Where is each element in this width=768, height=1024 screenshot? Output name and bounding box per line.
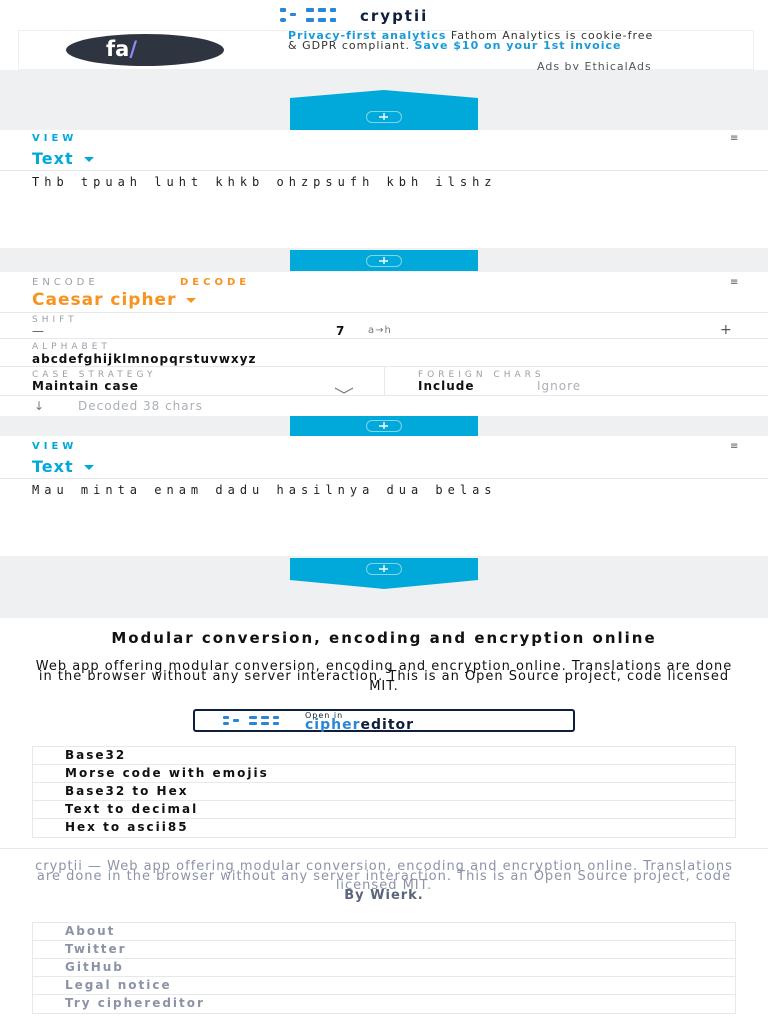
editor-word: editor xyxy=(360,717,415,733)
chevron-down-icon xyxy=(186,297,197,303)
list-item[interactable]: Base32 to Hex xyxy=(33,783,735,801)
divider xyxy=(0,312,768,313)
case-strategy-select[interactable]: Maintain case xyxy=(32,379,139,393)
cipher-word: cipher xyxy=(305,717,361,733)
fathom-logo-text: fa xyxy=(106,37,130,61)
encoder-status: Decoded 38 chars xyxy=(78,399,203,413)
brick-menu-icon[interactable]: ≡ xyxy=(730,441,738,452)
cryptii-logo-icon xyxy=(223,716,279,725)
divider xyxy=(0,395,768,396)
related-links-list: Base32 Morse code with emojis Base32 to … xyxy=(32,746,736,838)
divider xyxy=(0,338,768,339)
ad-text[interactable]: Privacy-first analytics Fathom Analytics… xyxy=(288,30,660,52)
list-item[interactable]: Text to decimal xyxy=(33,801,735,819)
about-heading: Modular conversion, encoding and encrypt… xyxy=(111,629,657,647)
arrow-down-icon: ↓ xyxy=(34,399,45,413)
footer-link-legal[interactable]: Legal notice xyxy=(33,977,735,995)
shift-value[interactable]: 7 xyxy=(336,324,345,338)
add-brick-icon[interactable] xyxy=(366,111,402,123)
footer-link-twitter[interactable]: Twitter xyxy=(33,941,735,959)
fathom-logo[interactable]: fa/ xyxy=(66,34,224,66)
divider xyxy=(0,478,768,479)
add-brick-icon[interactable] xyxy=(366,255,402,267)
list-item[interactable]: Morse code with emojis xyxy=(33,765,735,783)
footer-text: cryptii — Web app offering modular conve… xyxy=(30,860,738,903)
view-brick-1 xyxy=(0,130,768,248)
view-title-dropdown[interactable]: Text xyxy=(32,149,94,168)
brick-menu-icon[interactable]: ≡ xyxy=(730,277,738,288)
footer-link-about[interactable]: About xyxy=(33,923,735,941)
cryptii-logo[interactable]: cryptii xyxy=(280,5,428,27)
add-brick-icon[interactable] xyxy=(366,563,402,575)
list-item[interactable]: Hex to ascii85 xyxy=(33,819,735,837)
foreign-ignore-option[interactable]: Ignore xyxy=(537,379,581,393)
tab-arrow-up xyxy=(290,90,478,98)
decode-mode-tab[interactable]: DECODE xyxy=(180,277,250,288)
view-text-content[interactable]: Thb tpuah luht khkb ohzpsufh kbh ilshz xyxy=(32,176,652,188)
chevron-down-icon xyxy=(83,465,94,470)
list-item[interactable]: Base32 xyxy=(33,747,735,765)
encoder-title: Caesar cipher xyxy=(32,290,177,310)
footer-link-github[interactable]: GitHub xyxy=(33,959,735,977)
logo-text: cryptii xyxy=(360,7,429,25)
shift-increment-button[interactable]: + xyxy=(720,322,732,338)
divider xyxy=(0,848,768,849)
encode-mode-tab[interactable]: ENCODE xyxy=(32,277,99,288)
footer-by[interactable]: By Wierk. xyxy=(344,888,424,903)
view-title: Text xyxy=(32,457,74,476)
alphabet-input[interactable]: abcdefghijklmnopqrstuvwxyz xyxy=(32,352,256,366)
shift-mapping: a→h xyxy=(368,325,392,336)
shift-decrement-button[interactable]: — xyxy=(32,324,44,338)
ad-cta[interactable]: Save $10 on your 1st invoice xyxy=(414,39,621,52)
alphabet-label: ALPHABET xyxy=(32,342,111,352)
view-title: Text xyxy=(32,149,74,168)
view-label: VIEW xyxy=(32,133,78,144)
cryptii-logo-icon xyxy=(280,8,336,22)
add-brick-icon[interactable] xyxy=(366,420,402,432)
open-in-ciphereditor-button[interactable]: Open in ciphereditor xyxy=(193,709,575,733)
divider xyxy=(384,367,385,395)
encoder-title-dropdown[interactable]: Caesar cipher xyxy=(32,290,197,310)
brick-menu-icon[interactable]: ≡ xyxy=(730,133,738,144)
footer-links-list: About Twitter GitHub Legal notice Try ci… xyxy=(32,922,736,1014)
view-title-dropdown[interactable]: Text xyxy=(32,457,94,476)
about-description: Web app offering modular conversion, enc… xyxy=(35,659,733,694)
divider xyxy=(0,170,768,171)
chevron-down-icon xyxy=(83,157,94,162)
tab-arrow-down xyxy=(290,580,478,589)
fathom-slash-icon: / xyxy=(129,37,137,61)
view-text-content[interactable]: Mau minta enam dadu hasilnya dua belas xyxy=(32,484,652,496)
view-label: VIEW xyxy=(32,441,78,452)
footer-link-ciphereditor[interactable]: Try ciphereditor xyxy=(33,995,735,1013)
foreign-include-option[interactable]: Include xyxy=(418,379,475,393)
